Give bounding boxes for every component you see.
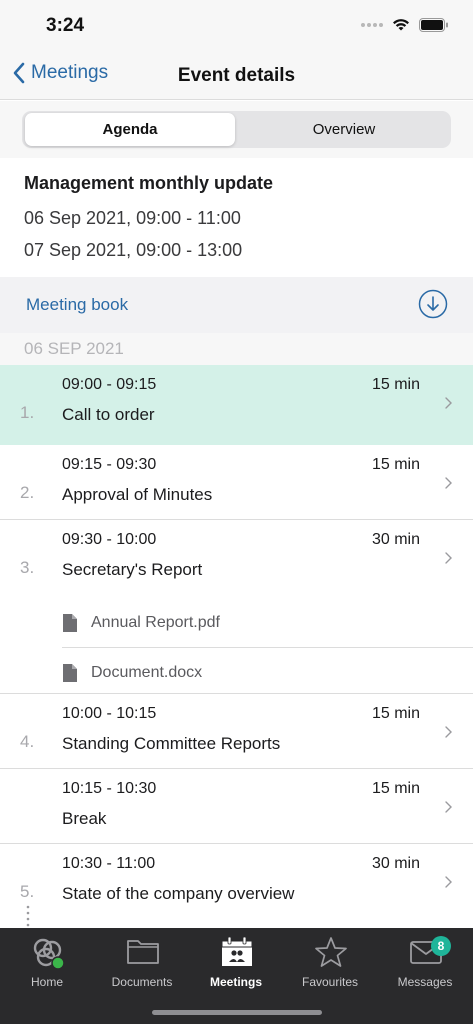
- chevron-right-icon: [445, 477, 452, 489]
- item-duration: 15 min: [371, 456, 420, 473]
- tab-favourites[interactable]: Favourites: [283, 934, 377, 994]
- tab-documents-label: Documents: [111, 975, 173, 989]
- day-label: 06 SEP 2021: [24, 339, 124, 358]
- item-number: 5.: [20, 882, 35, 901]
- tab-home[interactable]: Home: [0, 934, 94, 994]
- tab-messages-label: Messages: [397, 975, 453, 989]
- battery-icon: [419, 17, 448, 32]
- home-indicator: [152, 1010, 322, 1015]
- item-time: 10:15 - 10:30: [62, 780, 157, 797]
- tab-home-label: Home: [30, 975, 63, 989]
- meeting-book-link[interactable]: Meeting book: [26, 295, 128, 315]
- page-title: Event details: [177, 65, 296, 86]
- attachment-name: Document.docx: [91, 664, 203, 681]
- status-bar: 3:24: [0, 0, 473, 52]
- segmented-control-container: Agenda Overview: [0, 101, 473, 158]
- chevron-right-icon: [445, 726, 452, 738]
- agenda-item[interactable]: 2. 09:15 - 09:30 15 min Approval of Minu…: [0, 445, 473, 520]
- item-time: 09:30 - 10:00: [62, 531, 157, 548]
- agenda-item[interactable]: 3. 09:30 - 10:00 30 min Secretary's Repo…: [0, 520, 473, 694]
- item-duration: 30 min: [371, 531, 420, 548]
- tab-documents[interactable]: Documents: [95, 934, 189, 994]
- chevron-right-icon: [445, 876, 452, 888]
- item-number: 4.: [20, 732, 35, 751]
- tab-overview[interactable]: Overview: [239, 113, 449, 146]
- item-title: Secretary's Report: [62, 560, 203, 579]
- navigation-bar: Meetings Event details: [0, 52, 473, 100]
- item-number: 1.: [20, 403, 35, 422]
- folder-icon: [127, 940, 159, 964]
- wifi-icon: [393, 19, 409, 31]
- item-time: 10:00 - 10:15: [62, 705, 157, 722]
- item-time: 10:30 - 11:00: [62, 855, 156, 872]
- item-title: Call to order: [62, 405, 155, 424]
- meeting-book-row[interactable]: Meeting book: [0, 277, 473, 333]
- item-time: 09:15 - 09:30: [62, 456, 157, 473]
- agenda-list: 1. 09:00 - 09:15 15 min Call to order 2.…: [0, 365, 473, 919]
- item-title: Approval of Minutes: [62, 485, 213, 504]
- event-title: Management monthly update: [24, 173, 274, 193]
- status-time: 3:24: [46, 15, 85, 36]
- segmented-control: Agenda Overview: [22, 111, 451, 148]
- event-header: Management monthly update 06 Sep 2021, 0…: [0, 158, 473, 276]
- event-date: 07 Sep 2021, 09:00 - 13:00: [24, 240, 243, 260]
- attachment-row[interactable]: Annual Report.pdf: [62, 598, 473, 648]
- messages-badge: 8: [431, 936, 451, 956]
- item-title: Standing Committee Reports: [62, 734, 281, 753]
- document-icon: [63, 664, 77, 682]
- attachment-row[interactable]: Document.docx: [62, 648, 473, 698]
- event-date: 06 Sep 2021, 09:00 - 11:00: [24, 208, 241, 228]
- item-number: 2.: [20, 483, 35, 502]
- chevron-right-icon: [445, 801, 452, 813]
- tab-meetings-label: Meetings: [209, 975, 262, 989]
- download-icon[interactable]: [418, 289, 448, 319]
- document-icon: [63, 613, 77, 632]
- item-title: State of the company overview: [62, 884, 295, 903]
- agenda-item[interactable]: 1. 09:00 - 09:15 15 min Call to order: [0, 365, 473, 445]
- day-header: 06 SEP 2021: [0, 333, 473, 365]
- item-number: 3.: [20, 558, 35, 577]
- agenda-item[interactable]: 10:15 - 10:30 15 min Break: [0, 769, 473, 844]
- star-icon: [315, 937, 347, 967]
- tab-meetings[interactable]: Meetings: [189, 934, 283, 994]
- chevron-right-icon: [445, 397, 452, 409]
- item-time: 09:00 - 09:15: [62, 376, 157, 393]
- tab-bar: Home Documents Meetings Favourites 8 Mes…: [0, 928, 473, 1024]
- more-items-indicator: [26, 905, 30, 927]
- item-title: Break: [62, 809, 107, 828]
- item-duration: 15 min: [371, 780, 420, 797]
- chevron-right-icon: [445, 552, 452, 564]
- item-duration: 15 min: [371, 376, 420, 393]
- tab-agenda[interactable]: Agenda: [25, 113, 235, 146]
- calendar-people-icon: [221, 936, 253, 966]
- attachment-name: Annual Report.pdf: [91, 613, 220, 631]
- signal-icon: [361, 22, 383, 27]
- tab-favourites-label: Favourites: [301, 975, 359, 989]
- home-logo-icon: [33, 938, 65, 970]
- status-icons: [361, 17, 449, 32]
- agenda-item[interactable]: 4. 10:00 - 10:15 15 min Standing Committ…: [0, 694, 473, 769]
- item-duration: 30 min: [371, 855, 420, 872]
- item-duration: 15 min: [371, 705, 420, 722]
- tab-messages[interactable]: 8 Messages: [378, 934, 472, 994]
- agenda-item[interactable]: 5. 10:30 - 11:00 30 min State of the com…: [0, 844, 473, 919]
